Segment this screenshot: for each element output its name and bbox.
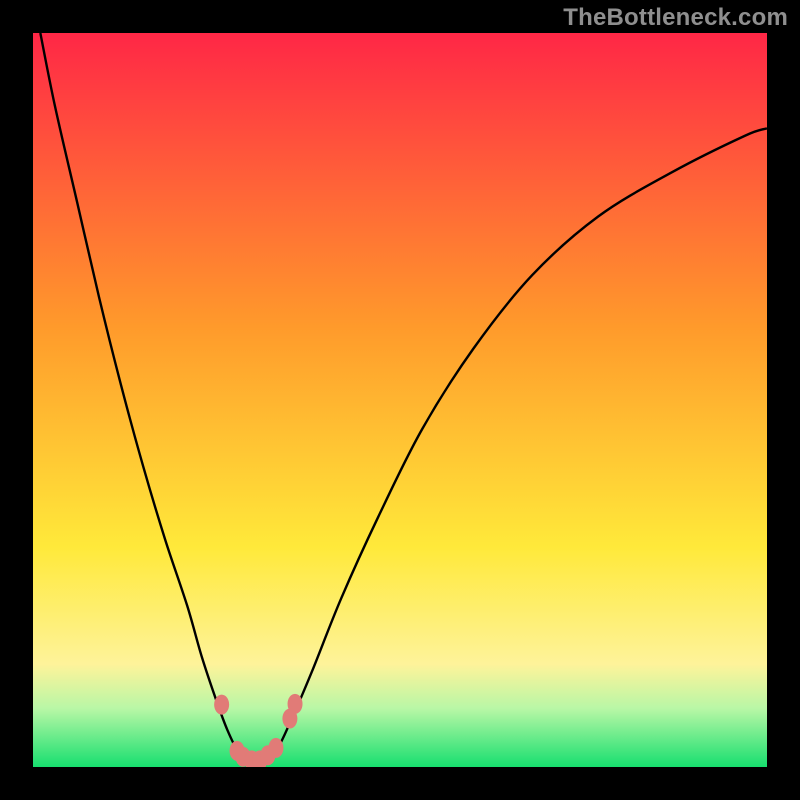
watermark-text: TheBottleneck.com [563,4,788,32]
chart-svg [33,33,767,767]
chart-plot-area [33,33,767,767]
gradient-background [33,33,767,767]
data-dot [214,695,229,715]
outer-frame: TheBottleneck.com [0,0,800,800]
data-dot [268,738,283,758]
data-dot [288,694,303,714]
